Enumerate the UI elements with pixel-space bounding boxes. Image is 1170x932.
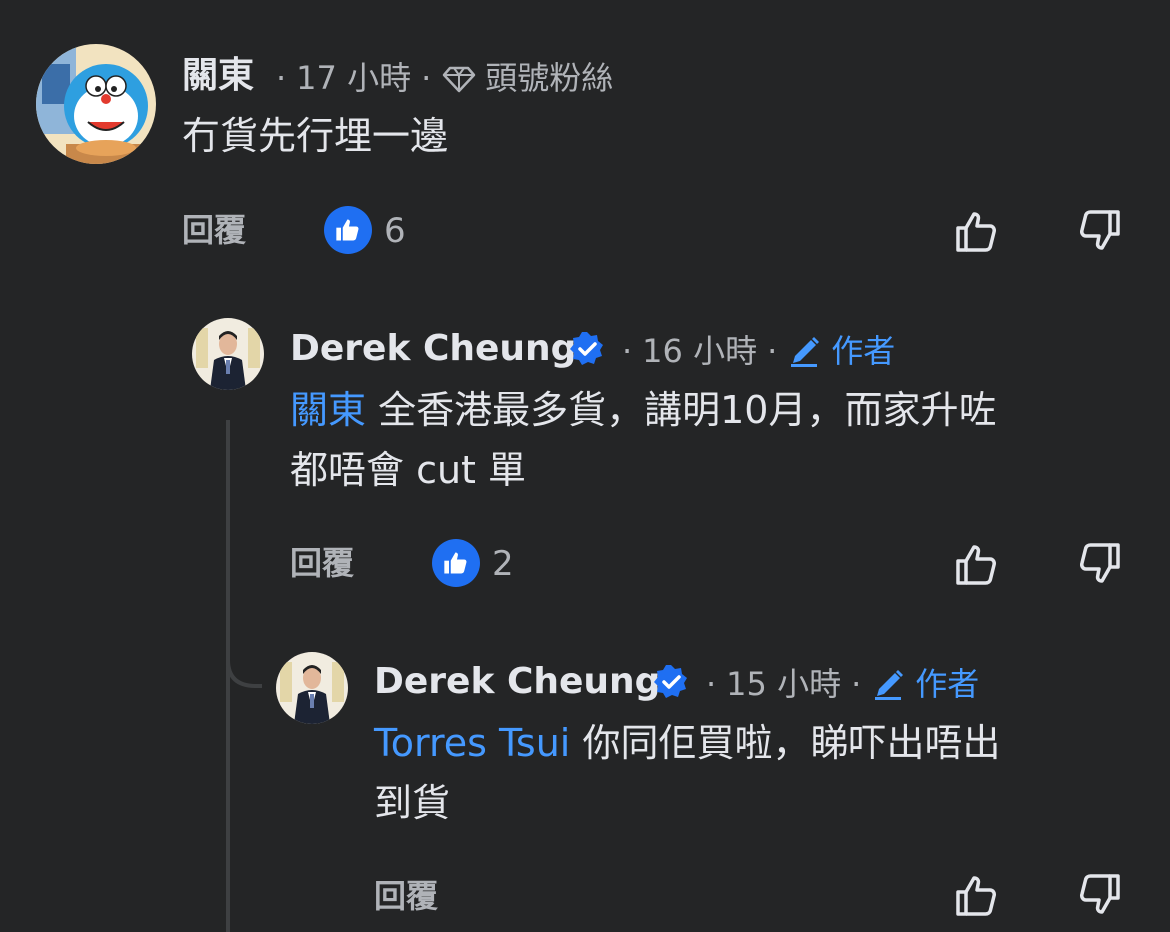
comment-author[interactable]: 關東 xyxy=(182,58,254,94)
separator: · xyxy=(276,59,287,97)
comment-time[interactable]: 16 小時 xyxy=(642,335,757,367)
verified-badge-icon xyxy=(570,332,603,365)
diamond-icon xyxy=(441,60,477,96)
thumbs-up-icon xyxy=(444,552,467,574)
separator: · xyxy=(421,59,432,97)
comment-text: 關東 全香港最多貨，講明10月，而家升咗 都唔會 cut 單 xyxy=(290,380,1130,500)
reply-button[interactable]: 回覆 xyxy=(374,880,438,912)
author-badge: 作者 xyxy=(831,332,896,370)
avatar[interactable] xyxy=(276,652,348,724)
comment-meta: · 15 小時 · 作者 xyxy=(696,666,979,702)
comment-body-line1: 你同佢買啦，睇吓出唔出 xyxy=(570,721,1001,765)
pencil-icon xyxy=(871,666,907,702)
verified-badge-icon xyxy=(654,665,687,698)
comment-time[interactable]: 17 小時 xyxy=(296,62,411,94)
avatar[interactable] xyxy=(36,44,156,164)
top-fan-badge: 頭號粉絲 xyxy=(485,59,614,97)
like-outline-icon[interactable] xyxy=(952,539,1002,589)
thread-branch xyxy=(226,620,262,688)
reply-button[interactable]: 回覆 xyxy=(290,547,354,579)
comment-meta: · 17 小時 · 頭號粉絲 xyxy=(266,60,613,96)
comment-author[interactable]: Derek Cheung xyxy=(374,664,660,700)
comment-text: 冇貨先行埋一邊 xyxy=(182,106,448,166)
separator: · xyxy=(706,665,717,703)
separator: · xyxy=(767,332,778,370)
avatar[interactable] xyxy=(192,318,264,390)
thumbs-up-icon xyxy=(336,219,359,241)
dislike-outline-icon[interactable] xyxy=(1074,870,1124,920)
like-outline-icon[interactable] xyxy=(952,870,1002,920)
dislike-outline-icon[interactable] xyxy=(1074,206,1124,256)
comment-time[interactable]: 15 小時 xyxy=(726,668,841,700)
mention-link[interactable]: 關東 xyxy=(290,388,366,432)
like-count: 6 xyxy=(384,211,406,251)
comment-body: 冇貨先行埋一邊 xyxy=(182,114,449,158)
like-count: 2 xyxy=(492,544,514,584)
separator: · xyxy=(622,332,633,370)
mention-link[interactable]: Torres Tsui xyxy=(374,721,570,765)
dislike-outline-icon[interactable] xyxy=(1074,539,1124,589)
separator: · xyxy=(851,665,862,703)
author-badge: 作者 xyxy=(915,665,980,703)
like-outline-icon[interactable] xyxy=(952,206,1002,256)
like-reaction-badge[interactable] xyxy=(324,206,372,254)
comment-body-line2: 到貨 xyxy=(374,781,451,825)
comment-body-line2: 都唔會 cut 單 xyxy=(290,448,527,492)
comment-text: Torres Tsui 你同佢買啦，睇吓出唔出 到貨 xyxy=(374,713,1134,833)
comment-body-line1: 全香港最多貨，講明10月，而家升咗 xyxy=(366,388,997,432)
pencil-icon xyxy=(787,333,823,369)
comment-meta: · 16 小時 · 作者 xyxy=(612,333,895,369)
comments-page: 關東 · 17 小時 · 頭號粉絲 冇貨先行埋一邊 回覆 6 Derek Che… xyxy=(0,0,1170,932)
comment-author[interactable]: Derek Cheung xyxy=(290,331,576,367)
reply-button[interactable]: 回覆 xyxy=(182,214,246,246)
like-reaction-badge[interactable] xyxy=(432,539,480,587)
